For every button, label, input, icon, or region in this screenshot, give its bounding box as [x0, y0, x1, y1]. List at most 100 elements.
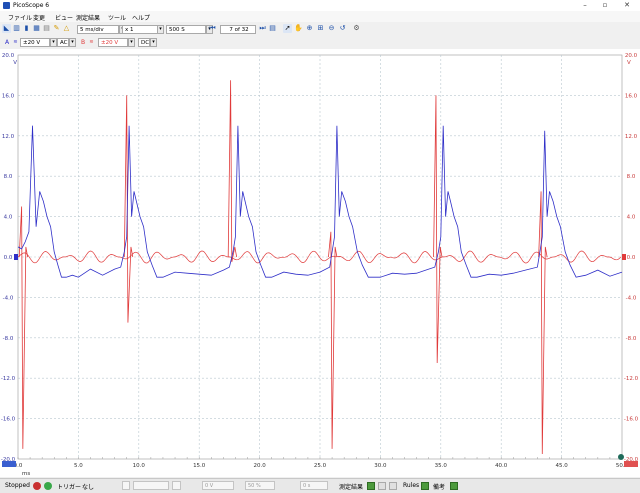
pointer-tool-icon[interactable]: ➚ — [283, 24, 292, 33]
y-left-tick-label: -16.0 — [1, 417, 16, 423]
chevron-down-icon[interactable]: ▾ — [150, 38, 157, 47]
auto-setup-icon[interactable]: ⚙ — [352, 24, 361, 33]
scope-mode-icon[interactable]: ◣ — [2, 24, 11, 33]
y-right-tick-label: 12.0 — [625, 134, 638, 140]
y-left-tick-label: -4.0 — [3, 295, 14, 301]
start-icon[interactable] — [44, 482, 52, 490]
next-buffer-icon[interactable]: ⏭ — [258, 24, 267, 33]
trigger-threshold-box: 0 V — [202, 481, 234, 490]
y-left-tick-label: 16.0 — [2, 93, 15, 99]
y-left-tick-label: -12.0 — [1, 376, 16, 382]
chevron-down-icon[interactable]: ▾ — [157, 25, 164, 34]
delete-measurement-icon[interactable] — [389, 482, 397, 490]
y-left-tick-label: 8.0 — [4, 174, 13, 180]
y-right-tick-label: -8.0 — [626, 336, 637, 342]
y-left-tick-label: 12.0 — [2, 134, 15, 140]
maximize-icon[interactable]: ▫ — [600, 1, 610, 10]
menu-tools[interactable]: ツール — [108, 13, 126, 22]
y-right-tick-label: 20.0 — [625, 53, 638, 59]
x-tick-label: 30.0 — [374, 463, 387, 469]
status-bar: Stopped トリガー なし 0 V 50 % 0 s 測定結果 Rules … — [0, 478, 640, 493]
menu-help[interactable]: ヘルプ — [132, 13, 150, 22]
x-unit: ms — [22, 471, 30, 477]
chevron-down-icon[interactable]: ▾ — [69, 38, 76, 47]
channel-b-options-icon[interactable]: ≋ — [87, 38, 96, 47]
notes-label[interactable]: 備考 — [433, 482, 445, 491]
channel-b-coupling-select[interactable]: DC — [138, 38, 150, 47]
minimize-icon[interactable]: – — [580, 1, 590, 10]
notes-icon[interactable] — [450, 482, 458, 490]
y-left-tick-label: 0.0 — [4, 255, 13, 261]
y-left-tick-label: -8.0 — [3, 336, 14, 342]
y-right-tick-label: 8.0 — [627, 174, 636, 180]
y-right-tick-label: -4.0 — [626, 295, 637, 301]
persistence-mode-icon[interactable]: ▥ — [12, 24, 21, 33]
menu-file[interactable]: ファイル — [8, 13, 32, 22]
hand-tool-icon[interactable]: ✋ — [294, 24, 303, 33]
channel-b-axis-tag — [624, 461, 638, 467]
trigger-source-box — [133, 481, 169, 490]
rules-icon[interactable] — [421, 482, 429, 490]
close-icon[interactable]: ✕ — [622, 1, 632, 10]
buffer-overview-icon[interactable]: ▤ — [268, 24, 277, 33]
stop-icon[interactable] — [33, 482, 41, 490]
trigger-channel-box — [122, 481, 130, 490]
channel-a-axis-tag — [2, 461, 16, 467]
y-right-tick-label: -16.0 — [624, 417, 639, 423]
channel-b-zero-marker — [622, 254, 626, 260]
y-right-tick-label: 0.0 — [627, 255, 636, 261]
channel-b-range-select[interactable]: ±20 V — [98, 38, 128, 47]
capture-toolbar: ◣ ▥ ▮ ▦ ▤ ✎ △ 5 ms/div ▾ x 1 ▾ 500 S ▾ ⏮… — [0, 22, 640, 66]
chevron-down-icon[interactable]: ▾ — [50, 38, 57, 47]
title-bar: PicoScope 6 – ▫ ✕ — [0, 0, 640, 11]
chevron-down-icon[interactable]: ▾ — [128, 38, 135, 47]
zoom-fit-icon[interactable]: ↺ — [338, 24, 347, 33]
x-tick-label: 45.0 — [555, 463, 568, 469]
channel-a-options-icon[interactable]: ≋ — [11, 38, 20, 47]
channel-options-icon[interactable]: ▤ — [42, 24, 51, 33]
spectrum-mode-icon[interactable]: ▮ — [22, 24, 31, 33]
x-tick-label: 15.0 — [193, 463, 206, 469]
zoom-select[interactable]: x 1 — [122, 25, 158, 34]
buffer-field[interactable]: 7 of 32 — [220, 25, 256, 34]
channel-a-range-select[interactable]: ±20 V — [20, 38, 50, 47]
x-tick-label: 40.0 — [495, 463, 508, 469]
x-tick-label: 5.0 — [74, 463, 83, 469]
timebase-select[interactable]: 5 ms/div — [77, 25, 119, 34]
x-tick-label: 35.0 — [435, 463, 448, 469]
channel-a-coupling-select[interactable]: AC — [57, 38, 69, 47]
first-buffer-icon[interactable]: ⏮ — [208, 24, 217, 33]
oscilloscope-chart[interactable]: 20.0 16.0 12.0 8.0 4.0 0.0 -4.0 -8.0 -12.0 -16.0 -… — [0, 49, 640, 477]
y-right-tick-label: 16.0 — [625, 93, 638, 99]
capture-state: Stopped — [5, 482, 30, 489]
y-right-unit: V — [627, 60, 631, 66]
x-tick-label: 20.0 — [253, 463, 266, 469]
scope-view[interactable]: 20.0 16.0 12.0 8.0 4.0 0.0 -4.0 -8.0 -12.0 -16.0 -… — [0, 49, 640, 477]
channel-a-zero-marker — [14, 254, 18, 260]
samples-field[interactable]: 500 S — [166, 25, 206, 34]
rules-label[interactable]: Rules — [403, 482, 419, 489]
measurements-label[interactable]: 測定結果 — [339, 482, 363, 491]
y-left-tick-label: 4.0 — [4, 215, 13, 221]
menu-measurements[interactable]: 測定結果 — [76, 13, 100, 22]
window-title: PicoScope 6 — [13, 2, 50, 9]
zoom-region-icon[interactable]: ⊞ — [316, 24, 325, 33]
probe-icon[interactable]: ✎ — [52, 24, 61, 33]
add-measurement-icon[interactable] — [367, 482, 375, 490]
trigger-position-box: 50 % — [245, 481, 275, 490]
zoom-out-icon[interactable]: ⊖ — [327, 24, 336, 33]
edit-measurement-icon[interactable] — [378, 482, 386, 490]
menu-edit[interactable]: 変更 — [33, 13, 45, 22]
trigger-mode[interactable]: なし — [82, 482, 94, 491]
menu-view[interactable]: ビュー — [55, 13, 73, 22]
signal-generator-icon[interactable]: △ — [62, 24, 71, 33]
zoom-in-icon[interactable]: ⊕ — [305, 24, 314, 33]
x-tick-label: 25.0 — [314, 463, 327, 469]
app-icon — [3, 2, 10, 9]
y-left-tick-label: 20.0 — [2, 53, 15, 59]
add-view-icon[interactable]: ▦ — [32, 24, 41, 33]
y-right-tick-label: -12.0 — [624, 376, 639, 382]
ruler-handle — [618, 454, 624, 460]
x-tick-label: 10.0 — [133, 463, 146, 469]
channel-toolbar: A ≋ ±20 V ▾ AC ▾ B ≋ ±20 V ▾ DC ▾ — [0, 36, 640, 50]
